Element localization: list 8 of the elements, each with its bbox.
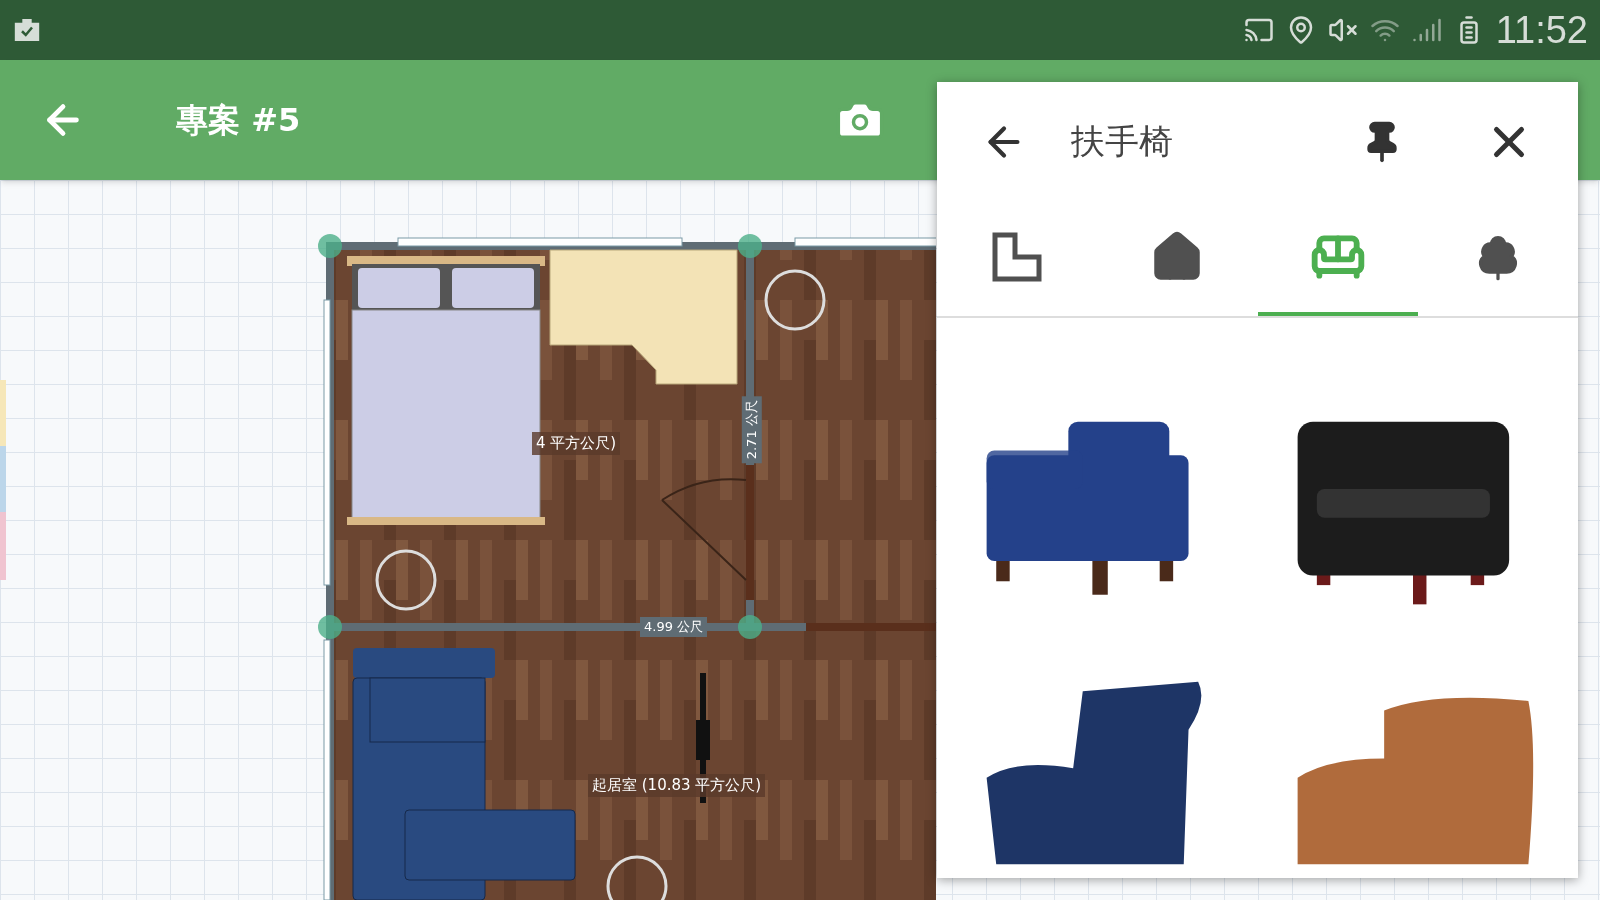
- clock-time: 11:52: [1495, 11, 1588, 49]
- room-area-label: 4 平方公尺): [532, 432, 621, 455]
- dimension-label: 2.71 公尺: [741, 396, 762, 464]
- panel-title: 扶手椅: [1071, 120, 1173, 164]
- room-outline-icon: [992, 231, 1043, 282]
- room-area-label: 起居室 (10.83 平方公尺): [588, 774, 766, 797]
- dimension-label: 4.99 公尺: [640, 617, 708, 637]
- project-title: 專案 #5: [176, 100, 301, 141]
